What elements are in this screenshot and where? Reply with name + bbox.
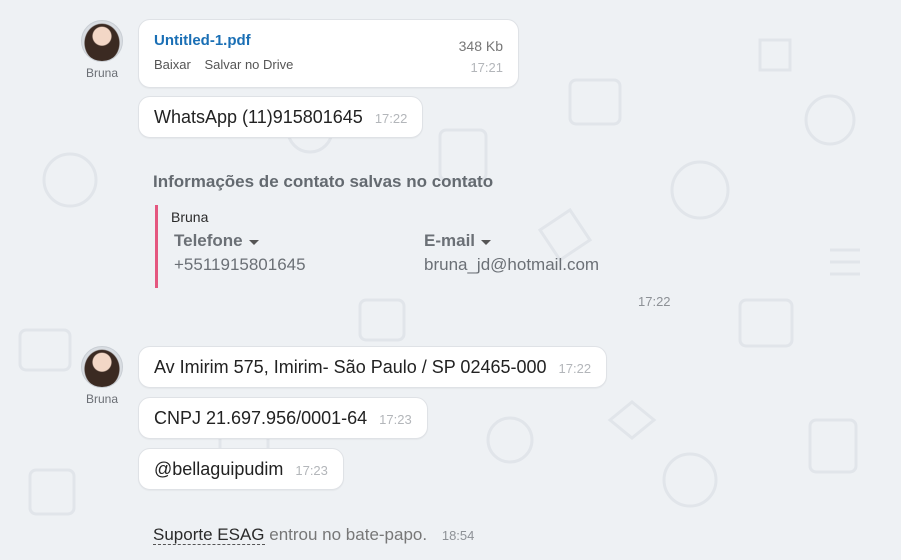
sender-name: Bruna: [85, 66, 119, 80]
email-field: E-mail bruna_jd@hotmail.com: [424, 231, 599, 275]
system-event-text: entrou no bate-papo.: [269, 525, 428, 544]
system-event-time: 18:54: [441, 528, 475, 543]
caret-down-icon: [481, 239, 492, 245]
sender-name: Bruna: [85, 392, 119, 406]
avatar[interactable]: [81, 20, 123, 62]
message-time: 17:22: [558, 361, 592, 376]
message-bubble: Av Imirim 575, Imirim- São Paulo / SP 02…: [138, 346, 608, 388]
caret-down-icon: [248, 239, 259, 245]
file-name-link[interactable]: Untitled-1.pdf: [154, 32, 503, 49]
contact-name: Bruna: [171, 209, 209, 225]
phone-label-dropdown[interactable]: Telefone: [174, 231, 306, 251]
email-value: bruna_jd@hotmail.com: [424, 255, 600, 274]
system-event-user-link[interactable]: Suporte ESAG: [153, 525, 265, 545]
file-actions: Baixar Salvar no Drive: [154, 57, 503, 72]
phone-value: +5511915801645: [174, 255, 306, 274]
message-time: 17:21: [470, 60, 503, 75]
download-link[interactable]: Baixar: [154, 57, 191, 72]
message-bubble: @bellaguipudim 17:23: [138, 448, 344, 490]
contact-info-time: 17:22: [638, 294, 671, 309]
message-bubble: WhatsApp (11)915801645 17:22: [138, 96, 424, 138]
contact-info-title: Informações de contato salvas no contato: [153, 172, 494, 191]
message-text: Av Imirim 575, Imirim- São Paulo / SP 02…: [154, 356, 547, 377]
message-time: 17:23: [379, 412, 412, 427]
file-message-bubble: Untitled-1.pdf 348 Kb Baixar Salvar no D…: [138, 19, 519, 88]
avatar[interactable]: [81, 346, 123, 388]
contact-info-block: Informações de contato salvas no contato…: [153, 172, 599, 288]
phone-field: Telefone +5511915801645: [174, 231, 306, 275]
message-time: 17:23: [295, 463, 328, 478]
sender-block: Bruna: [72, 20, 132, 80]
message-text: WhatsApp (11)915801645: [154, 106, 363, 127]
contact-card: Bruna Telefone +5511915801645 E-mail bru…: [155, 205, 675, 288]
message-time: 17:22: [374, 111, 408, 126]
message-text: CNPJ 21.697.956/0001-64: [154, 407, 368, 428]
file-size: 348 Kb: [458, 38, 503, 54]
message-bubble: CNPJ 21.697.956/0001-64 17:23: [138, 397, 428, 439]
message-text: @bellaguipudim: [154, 458, 284, 479]
email-label-dropdown[interactable]: E-mail: [424, 231, 599, 251]
save-to-drive-link[interactable]: Salvar no Drive: [204, 57, 293, 72]
sender-block: Bruna: [72, 346, 132, 406]
chat-area: Bruna Untitled-1.pdf 348 Kb Baixar Salva…: [0, 0, 901, 560]
system-event: Suporte ESAG entrou no bate-papo. 18:54: [153, 525, 474, 545]
